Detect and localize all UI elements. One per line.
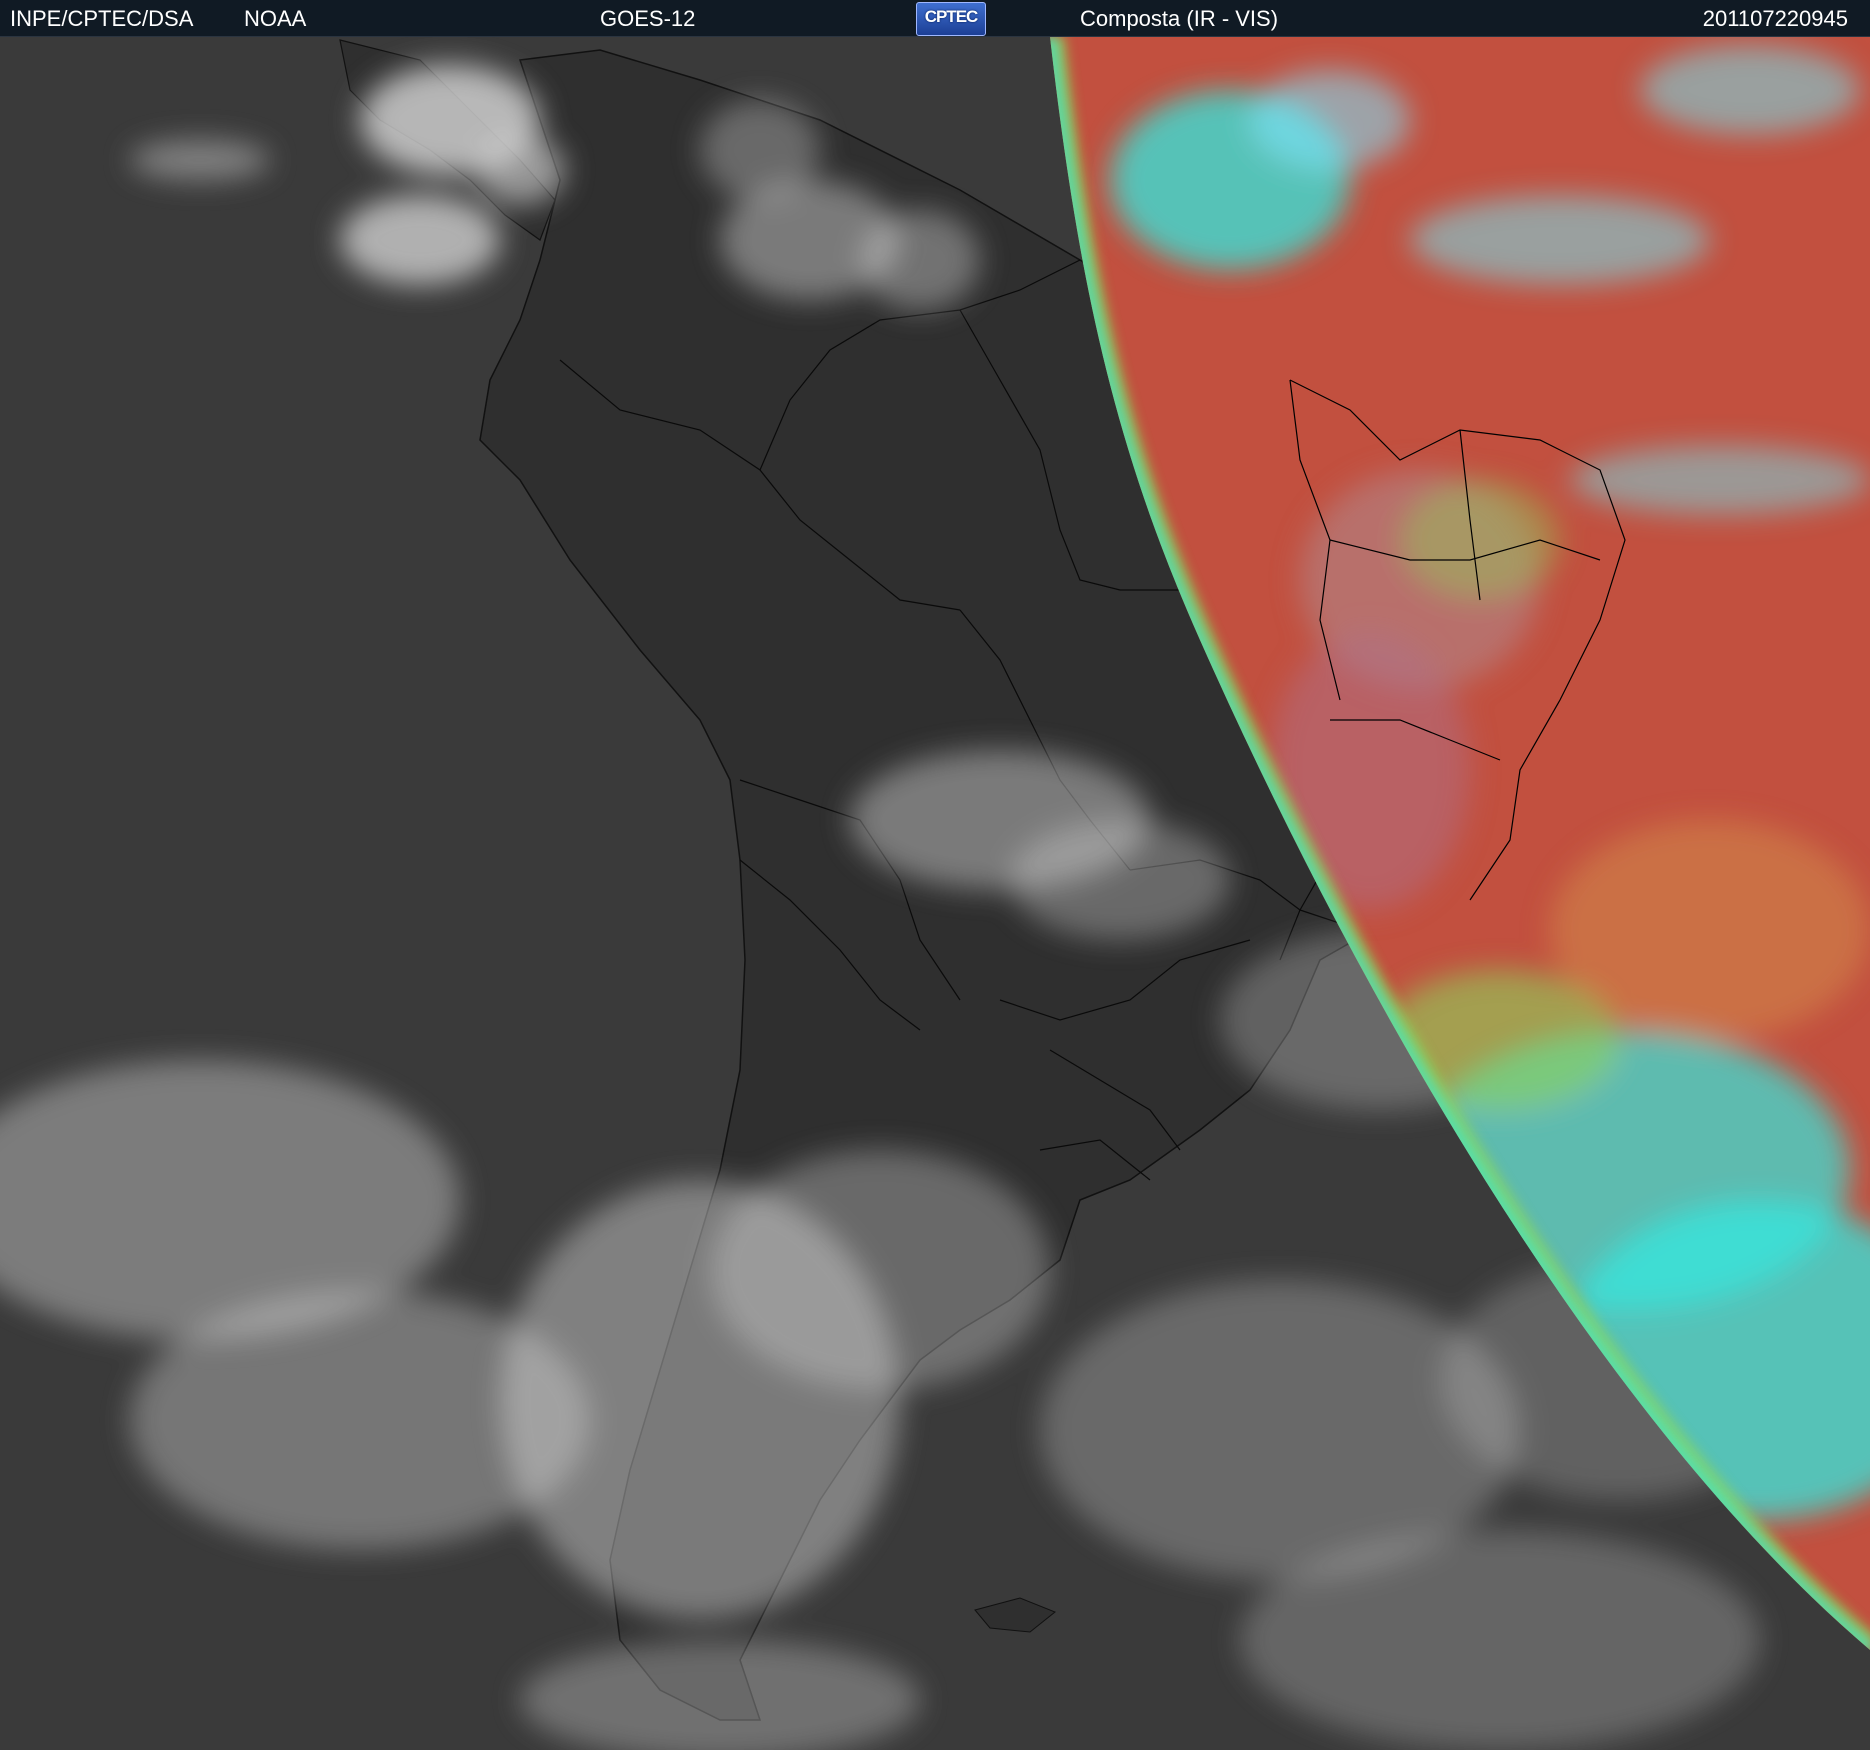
satellite-label: GOES-12 (600, 6, 696, 31)
provider-label: NOAA (244, 6, 307, 31)
satellite-svg (0, 37, 1870, 1750)
agency-label: INPE/CPTEC/DSA (10, 6, 194, 31)
image-header: INPE/CPTEC/DSA NOAA GOES-12 CPTEC Compos… (0, 0, 1870, 37)
product-label: Composta (IR - VIS) (1080, 6, 1279, 31)
satellite-image (0, 37, 1870, 1750)
cptec-logo-icon: CPTEC (916, 2, 986, 36)
timestamp-label: 201107220945 (1702, 6, 1848, 31)
logo-text: CPTEC (924, 7, 979, 26)
